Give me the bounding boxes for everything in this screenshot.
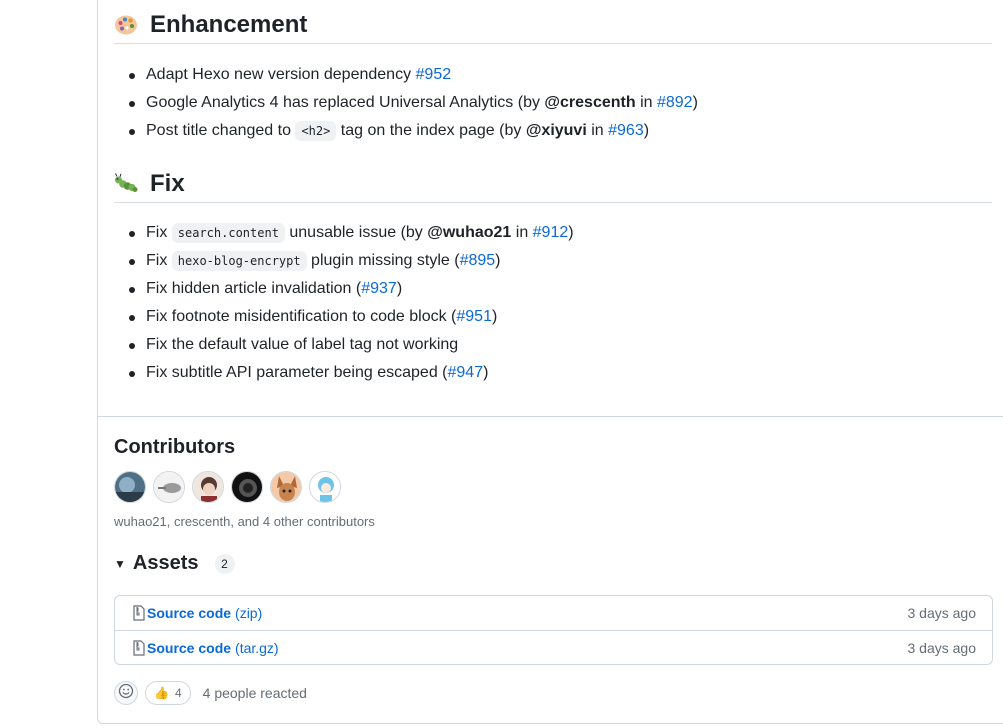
inline-code: <h2> bbox=[295, 121, 337, 141]
fix-heading: Fix bbox=[114, 166, 992, 203]
asset-ext[interactable]: (tar.gz) bbox=[235, 640, 279, 656]
issue-link[interactable]: #947 bbox=[448, 364, 484, 381]
list-item: Fix subtitle API parameter being escaped… bbox=[129, 359, 574, 387]
item-text: in bbox=[586, 122, 609, 139]
item-text: unusable issue (by bbox=[284, 224, 428, 241]
enhancement-title: Enhancement bbox=[150, 11, 308, 38]
reactions-bar: 👍 4 4 people reacted bbox=[114, 681, 307, 705]
item-text: Fix hidden article invalidation ( bbox=[146, 280, 362, 297]
issue-link[interactable]: #895 bbox=[460, 252, 496, 269]
fix-title: Fix bbox=[150, 170, 185, 197]
issue-link[interactable]: #912 bbox=[533, 224, 569, 241]
item-text: Fix bbox=[146, 252, 172, 269]
item-text: in bbox=[511, 224, 533, 241]
asset-row: Source code (zip) 3 days ago bbox=[115, 596, 992, 630]
add-reaction-button[interactable] bbox=[114, 681, 138, 705]
issue-link[interactable]: #892 bbox=[657, 94, 693, 111]
item-text: Post title changed to bbox=[146, 122, 296, 139]
thumbs-up-reaction[interactable]: 👍 4 bbox=[145, 681, 191, 705]
caret-down-icon: ▼ bbox=[114, 556, 126, 571]
inline-code: hexo-blog-encrypt bbox=[171, 251, 307, 271]
contributors-title: Contributors bbox=[114, 436, 236, 458]
item-text: ) bbox=[483, 364, 489, 381]
list-item: Fix hidden article invalidation (#937) bbox=[129, 275, 574, 303]
issue-link[interactable]: #951 bbox=[456, 308, 492, 325]
asset-link[interactable]: Source code bbox=[147, 605, 231, 621]
contributor-avatars bbox=[114, 471, 341, 503]
asset-date: 3 days ago bbox=[907, 639, 977, 656]
list-item: Adapt Hexo new version dependency #952 bbox=[129, 61, 698, 89]
avatar[interactable] bbox=[153, 471, 185, 503]
enhancement-list: Adapt Hexo new version dependency #952 G… bbox=[114, 61, 698, 145]
reaction-count: 4 bbox=[174, 686, 182, 700]
list-item: Fix search.content unusable issue (by @w… bbox=[129, 219, 574, 247]
item-text: ) bbox=[491, 308, 498, 325]
item-text: in bbox=[635, 94, 657, 111]
issue-link[interactable]: #937 bbox=[361, 280, 397, 297]
user-mention[interactable]: @xiyuvi bbox=[526, 122, 587, 139]
issue-link[interactable]: #952 bbox=[416, 66, 452, 83]
item-text: ) bbox=[568, 224, 574, 241]
avatar[interactable] bbox=[114, 471, 146, 503]
thumbs-up-icon: 👍 bbox=[154, 686, 169, 700]
asset-link[interactable]: Source code bbox=[147, 640, 231, 656]
asset-ext[interactable]: (zip) bbox=[235, 605, 262, 621]
inline-code: search.content bbox=[171, 223, 285, 243]
list-item: Fix the default value of label tag not w… bbox=[129, 331, 574, 359]
list-item: Fix hexo-blog-encrypt plugin missing sty… bbox=[129, 247, 574, 275]
user-mention[interactable]: @wuhao21 bbox=[427, 224, 511, 241]
contributors-summary: wuhao21, crescenth, and 4 other contribu… bbox=[114, 514, 375, 529]
avatar[interactable] bbox=[309, 471, 341, 503]
avatar[interactable] bbox=[231, 471, 263, 503]
assets-title: Assets bbox=[132, 552, 199, 574]
item-text: plugin missing style ( bbox=[306, 252, 460, 269]
item-text: Fix bbox=[146, 224, 172, 241]
file-zip-icon bbox=[132, 639, 146, 656]
avatar[interactable] bbox=[192, 471, 224, 503]
item-text: ) bbox=[396, 280, 403, 297]
asset-row: Source code (tar.gz) 3 days ago bbox=[115, 630, 992, 664]
item-text: ) bbox=[692, 94, 698, 111]
asset-date: 3 days ago bbox=[907, 605, 977, 621]
smiley-icon bbox=[118, 683, 134, 704]
item-text: ) bbox=[495, 252, 501, 269]
fix-list: Fix search.content unusable issue (by @w… bbox=[114, 219, 574, 387]
file-zip-icon bbox=[132, 605, 146, 621]
item-text: Google Analytics 4 has replaced Universa… bbox=[146, 94, 545, 111]
assets-count-badge: 2 bbox=[214, 553, 235, 574]
item-text: tag on the index page (by bbox=[336, 122, 526, 139]
item-text: Adapt Hexo new version dependency bbox=[146, 66, 416, 83]
item-text: Fix subtitle API parameter being escaped… bbox=[146, 364, 448, 381]
user-mention[interactable]: @crescenth bbox=[544, 94, 635, 111]
enhancement-heading: Enhancement bbox=[114, 7, 992, 44]
artist-palette-icon bbox=[114, 13, 138, 37]
issue-link[interactable]: #963 bbox=[608, 122, 644, 139]
assets-toggle[interactable]: ▼ Assets 2 bbox=[114, 552, 235, 575]
reactions-summary: 4 people reacted bbox=[202, 685, 307, 701]
list-item: Fix footnote misidentification to code b… bbox=[129, 303, 574, 331]
section-divider bbox=[98, 416, 1003, 417]
list-item: Post title changed to <h2> tag on the in… bbox=[129, 117, 698, 145]
list-item: Google Analytics 4 has replaced Universa… bbox=[129, 89, 698, 117]
bug-icon bbox=[114, 172, 138, 196]
assets-list: Source code (zip) 3 days ago Source code… bbox=[114, 595, 993, 665]
item-text: Fix footnote misidentification to code b… bbox=[146, 308, 457, 325]
item-text: Fix the default value of label tag not w… bbox=[146, 336, 459, 353]
item-text: ) bbox=[643, 122, 650, 139]
avatar[interactable] bbox=[270, 471, 302, 503]
